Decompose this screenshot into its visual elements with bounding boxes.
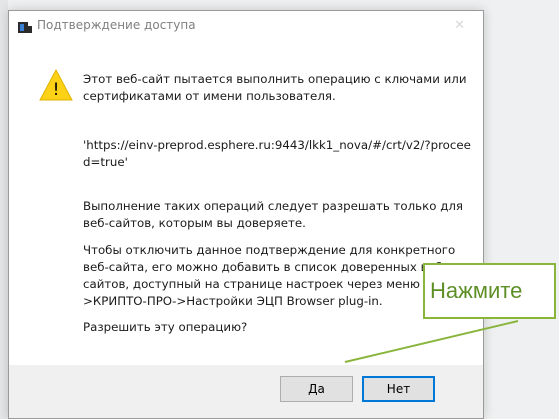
no-button[interactable]: Нет: [362, 376, 435, 402]
confirmation-question: Разрешить эту операцию?: [83, 320, 248, 334]
access-confirmation-dialog: Подтверждение доступа ✕ ! Этот веб-сайт …: [8, 10, 484, 419]
callout-label: Нажмите: [423, 263, 556, 319]
trust-advice: Выполнение таких операций следует разреш…: [83, 199, 463, 230]
requesting-url: 'https://einv-preprod.esphere.ru:9443/lk…: [83, 138, 471, 169]
warning-message: Этот веб-сайт пытается выполнить операци…: [83, 72, 467, 103]
yes-button[interactable]: Да: [280, 376, 353, 402]
background-window: [0, 0, 8, 419]
screen: Подтверждение доступа ✕ ! Этот веб-сайт …: [0, 0, 559, 419]
disable-hint: Чтобы отключить данное подтверждение для…: [83, 243, 458, 308]
title-bar: Подтверждение доступа ✕: [9, 11, 483, 43]
dialog-title: Подтверждение доступа: [37, 18, 196, 32]
dialog-footer: Да Нет: [9, 365, 483, 418]
warning-symbol: !: [53, 80, 60, 100]
warning-icon: !: [39, 69, 73, 101]
app-icon: [18, 22, 32, 33]
close-icon[interactable]: ✕: [454, 18, 465, 33]
